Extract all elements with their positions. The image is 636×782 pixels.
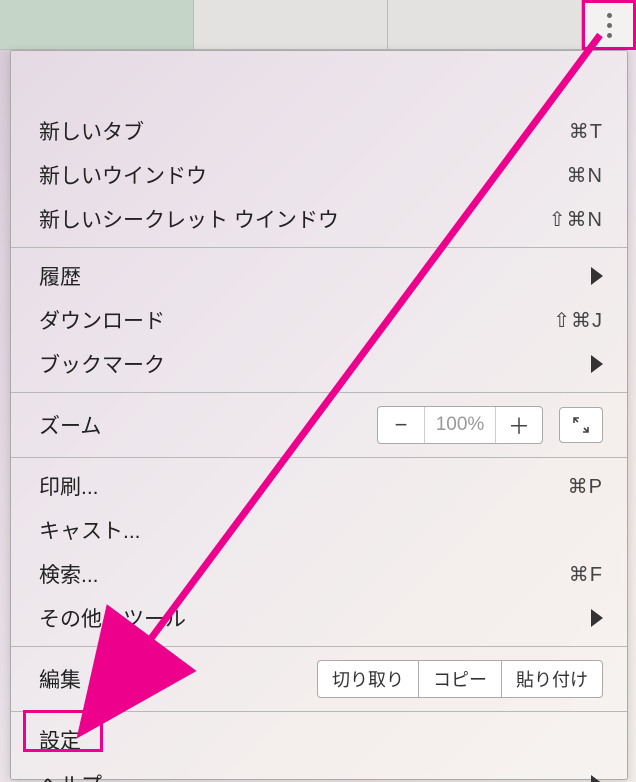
menu-label: その他のツール <box>39 603 591 633</box>
submenu-arrow-icon <box>591 355 603 373</box>
browser-tab[interactable] <box>194 0 388 49</box>
cut-button[interactable]: 切り取り <box>317 660 419 698</box>
menu-label: ズーム <box>39 410 377 440</box>
menu-shortcut: ⇧⌘N <box>549 207 603 232</box>
menu-item-settings[interactable]: 設定 <box>11 718 627 762</box>
menu-label: 印刷... <box>39 471 568 501</box>
menu-label: 新しいウインドウ <box>39 160 567 190</box>
menu-label: 新しいタブ <box>39 116 569 146</box>
kebab-menu-button[interactable] <box>582 0 636 50</box>
menu-label: 設定 <box>39 725 603 755</box>
menu-label: 履歴 <box>39 261 591 291</box>
zoom-in-button[interactable]: ＋ <box>496 407 542 443</box>
menu-separator <box>11 392 627 393</box>
copy-button[interactable]: コピー <box>418 660 502 698</box>
menu-item-history[interactable]: 履歴 <box>11 254 627 298</box>
menu-item-find[interactable]: 検索... ⌘F <box>11 552 627 596</box>
menu-shortcut: ⇧⌘J <box>553 308 603 333</box>
menu-shortcut: ⌘N <box>567 163 603 188</box>
zoom-percent: 100% <box>424 407 496 443</box>
menu-separator <box>11 711 627 712</box>
menu-label: 編集 <box>39 664 317 694</box>
menu-label: 新しいシークレット ウインドウ <box>39 204 549 234</box>
fullscreen-icon <box>572 416 590 434</box>
menu-item-new-incognito[interactable]: 新しいシークレット ウインドウ ⇧⌘N <box>11 197 627 241</box>
tab-bar <box>0 0 636 50</box>
menu-item-help[interactable]: ヘルプ <box>11 762 627 782</box>
menu-item-more-tools[interactable]: その他のツール <box>11 596 627 640</box>
vertical-dots-icon <box>607 13 612 38</box>
paste-button[interactable]: 貼り付け <box>501 660 603 698</box>
menu-separator <box>11 247 627 248</box>
browser-tab[interactable] <box>388 0 582 49</box>
zoom-controls: − 100% ＋ <box>377 406 543 444</box>
fullscreen-button[interactable] <box>559 407 603 443</box>
menu-item-new-tab[interactable]: 新しいタブ ⌘T <box>11 109 627 153</box>
menu-label: ダウンロード <box>39 305 553 335</box>
edit-buttons: 切り取り コピー 貼り付け <box>317 660 603 698</box>
menu-label: ブックマーク <box>39 349 591 379</box>
submenu-arrow-icon <box>591 267 603 285</box>
menu-item-downloads[interactable]: ダウンロード ⇧⌘J <box>11 298 627 342</box>
menu-shortcut: ⌘F <box>569 562 603 587</box>
menu-item-cast[interactable]: キャスト... <box>11 508 627 552</box>
menu-shortcut: ⌘P <box>568 474 603 499</box>
menu-label: ヘルプ <box>39 769 591 782</box>
menu-separator <box>11 457 627 458</box>
zoom-out-button[interactable]: − <box>378 407 424 443</box>
menu-item-zoom: ズーム − 100% ＋ <box>11 399 627 451</box>
submenu-arrow-icon <box>591 609 603 627</box>
menu-item-edit: 編集 切り取り コピー 貼り付け <box>11 653 627 705</box>
browser-tab-active[interactable] <box>0 0 194 49</box>
menu-shortcut: ⌘T <box>569 119 603 144</box>
menu-label: キャスト... <box>39 515 603 545</box>
chrome-menu-panel: 新しいタブ ⌘T 新しいウインドウ ⌘N 新しいシークレット ウインドウ ⇧⌘N… <box>10 50 628 780</box>
menu-label: 検索... <box>39 559 569 589</box>
submenu-arrow-icon <box>591 775 603 782</box>
menu-separator <box>11 646 627 647</box>
menu-item-bookmarks[interactable]: ブックマーク <box>11 342 627 386</box>
stage: 新しいタブ ⌘T 新しいウインドウ ⌘N 新しいシークレット ウインドウ ⇧⌘N… <box>0 0 636 782</box>
menu-item-print[interactable]: 印刷... ⌘P <box>11 464 627 508</box>
menu-item-new-window[interactable]: 新しいウインドウ ⌘N <box>11 153 627 197</box>
